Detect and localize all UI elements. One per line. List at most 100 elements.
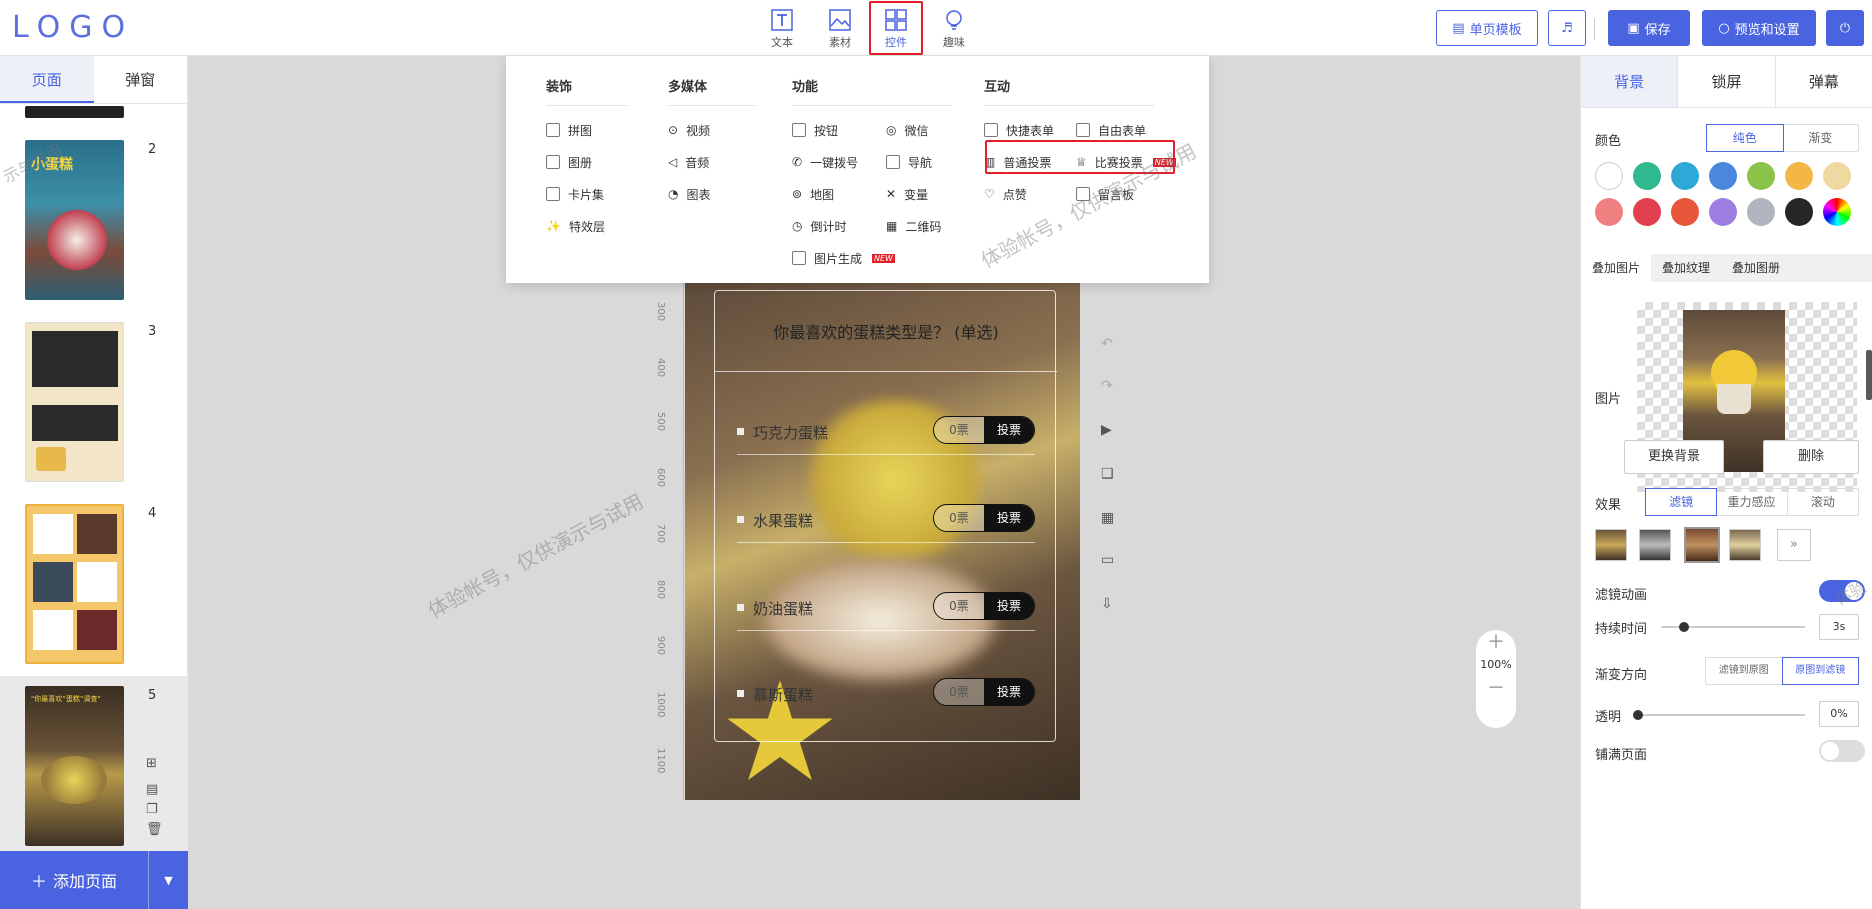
tablet-icon[interactable]: ▭ (1101, 552, 1114, 568)
opacity-slider[interactable] (1633, 710, 1805, 720)
menu-item-wechat[interactable]: ◎ 微信 (886, 114, 952, 146)
color-swatch[interactable] (1595, 162, 1623, 190)
menu-item-button[interactable]: 按钮 (792, 114, 886, 146)
color-swatch[interactable] (1671, 198, 1699, 226)
template-icon[interactable]: ▤ (146, 782, 158, 797)
color-swatch[interactable] (1709, 198, 1737, 226)
film-icon[interactable]: ▦ (1101, 510, 1114, 526)
opacity-value[interactable]: 0% (1819, 701, 1859, 727)
menu-item-like[interactable]: ♡ 点赞 (984, 178, 1076, 210)
menu-item-audio[interactable]: ◁ 音频 (668, 146, 756, 178)
filter-thumb[interactable] (1639, 529, 1671, 561)
vote-button[interactable]: 投票 (984, 593, 1034, 619)
power-button[interactable]: ⏻ (1826, 10, 1864, 46)
color-swatch[interactable] (1671, 162, 1699, 190)
menu-item-video[interactable]: ⊙ 视频 (668, 114, 756, 146)
duration-value[interactable]: 3s (1819, 614, 1859, 640)
page-thumb-3[interactable] (25, 322, 124, 482)
duration-slider[interactable] (1661, 622, 1805, 632)
redo-icon[interactable]: ↷ (1101, 378, 1113, 394)
change-background-button[interactable]: 更换背景 (1624, 440, 1724, 474)
tool-material[interactable]: 素材 (820, 6, 860, 50)
menu-item-collage[interactable]: 拼图 (546, 114, 628, 146)
direction-filter-to-original[interactable]: 滤镜到原图 (1706, 658, 1783, 684)
color-picker-swatch[interactable] (1823, 198, 1851, 226)
color-swatch[interactable] (1633, 198, 1661, 226)
slider-thumb[interactable] (1633, 710, 1643, 720)
single-page-template-button[interactable]: ▤ 单页模板 (1436, 10, 1538, 46)
menu-item-variable[interactable]: ✕ 变量 (886, 178, 952, 210)
color-swatch[interactable] (1785, 162, 1813, 190)
music-button[interactable]: ♬ (1548, 10, 1586, 46)
color-swatch[interactable] (1747, 198, 1775, 226)
tab-popups[interactable]: 弹窗 (94, 56, 188, 103)
menu-item-qrcode[interactable]: ▦ 二维码 (886, 210, 952, 242)
filter-thumb[interactable] (1729, 529, 1761, 561)
add-icon[interactable]: ⊞ (146, 756, 157, 771)
color-swatch[interactable] (1709, 162, 1737, 190)
color-swatch[interactable] (1633, 162, 1661, 190)
tab-background[interactable]: 背景 (1581, 56, 1679, 107)
zoom-out-icon[interactable]: － (1476, 674, 1516, 704)
color-mode-solid[interactable]: 纯色 (1706, 124, 1784, 152)
color-mode-gradient[interactable]: 渐变 (1783, 125, 1859, 151)
fill-page-toggle[interactable] (1819, 740, 1865, 762)
color-swatch[interactable] (1823, 162, 1851, 190)
filter-thumb[interactable] (1595, 529, 1627, 561)
menu-item-cards[interactable]: 卡片集 (546, 178, 628, 210)
menu-item-map[interactable]: ⊚ 地图 (792, 178, 886, 210)
page-thumb-1[interactable] (25, 106, 124, 118)
effect-scroll[interactable]: 滚动 (1788, 489, 1858, 515)
effect-gravity[interactable]: 重力感应 (1716, 489, 1788, 515)
vote-button[interactable]: 投票 (984, 505, 1034, 531)
page-thumb-2[interactable]: 小蛋糕 (25, 140, 124, 300)
slider-thumb[interactable] (1679, 622, 1689, 632)
side-handle[interactable] (1866, 350, 1872, 400)
menu-item-effects[interactable]: ✨ 特效层 (546, 210, 628, 242)
menu-item-chart[interactable]: ◔ 图表 (668, 178, 756, 210)
undo-icon[interactable]: ↶ (1101, 336, 1113, 352)
filter-anim-toggle[interactable] (1819, 580, 1865, 602)
tab-overlay-image[interactable]: 叠加图片 (1581, 254, 1652, 282)
ruler-tick: 800 (655, 580, 666, 600)
filter-thumb[interactable] (1684, 527, 1720, 563)
save-button[interactable]: ▣ 保存 (1608, 10, 1690, 46)
effect-filter[interactable]: 滤镜 (1645, 488, 1718, 516)
menu-item-message-board[interactable]: 留言板 (1076, 178, 1154, 210)
tab-danmaku[interactable]: 弹幕 (1776, 56, 1872, 107)
direction-original-to-filter[interactable]: 原图到滤镜 (1781, 657, 1859, 685)
tab-overlay-album[interactable]: 叠加图册 (1721, 254, 1791, 282)
color-swatch[interactable] (1747, 162, 1775, 190)
save-icon: ▣ (1627, 20, 1640, 36)
tool-text[interactable]: 文本 (762, 6, 802, 50)
tab-pages[interactable]: 页面 (0, 56, 94, 103)
play-icon[interactable]: ▶ (1101, 422, 1112, 438)
delete-background-button[interactable]: 删除 (1763, 440, 1859, 474)
page-thumb-5[interactable]: "你最喜欢“蛋糕”调查" (25, 686, 124, 846)
tab-overlay-texture[interactable]: 叠加纹理 (1651, 254, 1721, 282)
more-filters-icon[interactable]: » (1777, 529, 1811, 561)
menu-item-dial[interactable]: ✆ 一键拨号 (792, 146, 886, 178)
copy-icon[interactable]: ❐ (146, 802, 158, 817)
add-page-button[interactable]: ＋ 添加页面 (0, 851, 148, 909)
thumb-4-card2 (77, 562, 117, 602)
trash-icon[interactable]: 🗑 (146, 822, 163, 837)
vote-button[interactable]: 投票 (984, 417, 1034, 443)
color-swatch[interactable] (1595, 198, 1623, 226)
tab-lockscreen[interactable]: 锁屏 (1678, 56, 1776, 107)
download-icon[interactable]: ⇩ (1101, 596, 1113, 612)
page-thumb-4[interactable] (25, 504, 124, 664)
vote-button[interactable]: 投票 (984, 679, 1034, 705)
preview-settings-button[interactable]: ○ 预览和设置 (1702, 10, 1816, 46)
tool-fun[interactable]: 趣味 (934, 6, 974, 50)
color-swatch[interactable] (1785, 198, 1813, 226)
menu-item-nav[interactable]: 导航 (886, 146, 952, 178)
add-page-dropdown[interactable]: ▼ (148, 851, 188, 909)
menu-item-image-gen[interactable]: 图片生成 NEW (792, 242, 952, 274)
menu-item-album[interactable]: 图册 (546, 146, 628, 178)
add-page-bar: ＋ 添加页面 ▼ (0, 851, 188, 909)
layers-icon[interactable]: ❏ (1101, 466, 1114, 482)
menu-item-countdown[interactable]: ◷ 倒计时 (792, 210, 886, 242)
zoom-in-icon[interactable]: ＋ (1476, 630, 1516, 656)
vote-widget[interactable]: 你最喜欢的蛋糕类型是？ (单选) 巧克力蛋糕 0票 投票 水果蛋糕 0票 投票 奶油… (714, 290, 1057, 742)
